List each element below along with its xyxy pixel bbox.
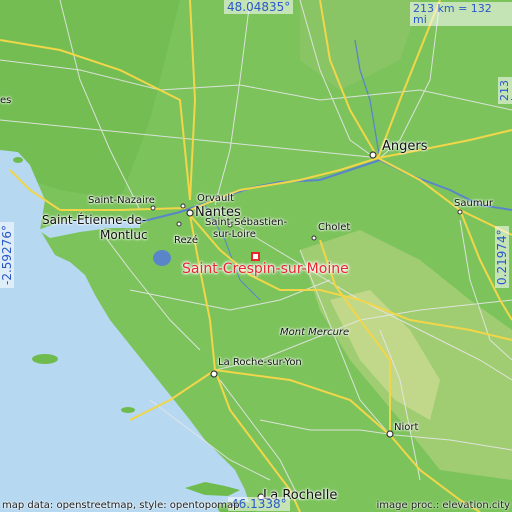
map-view[interactable]: es Orvault Saint-Nazaire Nantes Saint-Ét…	[0, 0, 512, 512]
scale-vertical: 213 km = 132 mi	[498, 77, 512, 104]
lake	[153, 250, 171, 266]
map-canvas	[0, 0, 512, 512]
scale-horizontal: 213 km = 132 mi	[410, 2, 512, 26]
place-label-orvault: Orvault	[197, 193, 235, 204]
place-label-saint-sebastien-line2: sur-Loire	[213, 229, 256, 240]
coordinate-top: 48.04835°	[224, 0, 294, 14]
coordinate-left: -2.59276°	[0, 222, 14, 288]
island	[32, 354, 58, 364]
place-label-saint-nazaire: Saint-Nazaire	[88, 195, 155, 206]
place-label-saint-etienne-line2: Montluc	[100, 228, 148, 242]
place-label-mont-mercure: Mont Mercure	[280, 327, 350, 338]
island	[121, 407, 135, 413]
place-label-saint-etienne-line1: Saint-Étienne-de-	[42, 213, 147, 227]
place-label-es: es	[0, 95, 12, 106]
place-label-saumur: Saumur	[454, 198, 494, 209]
target-place-label: Saint-Crespin-sur-Moine	[182, 261, 349, 277]
attribution-map-data: map data: openstreetmap, style: opentopo…	[2, 500, 240, 511]
place-label-reze: Rezé	[174, 235, 199, 246]
place-label-angers: Angers	[382, 139, 428, 154]
attribution-image-proc: image proc.: elevation.city	[376, 500, 511, 511]
place-label-saint-sebastien-line1: Saint-Sébastien-	[205, 217, 288, 228]
coordinate-right: 0.21974°	[495, 226, 509, 288]
place-label-la-roche-sur-yon: La Roche-sur-Yon	[218, 357, 302, 368]
place-label-niort: Niort	[394, 422, 419, 433]
target-location-marker[interactable]	[251, 252, 260, 261]
island	[13, 157, 23, 163]
place-label-cholet: Cholet	[318, 222, 351, 233]
